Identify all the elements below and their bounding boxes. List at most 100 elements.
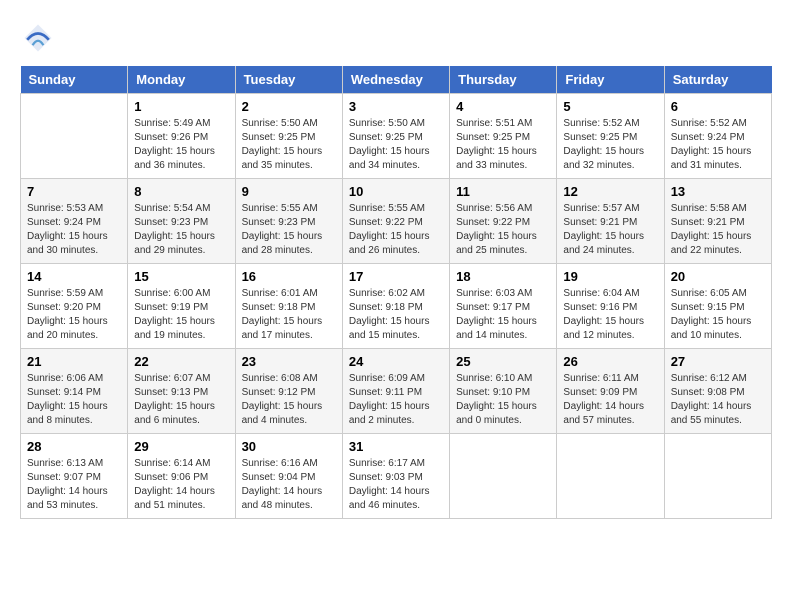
header (20, 20, 772, 56)
day-info: Sunrise: 5:53 AM Sunset: 9:24 PM Dayligh… (27, 202, 121, 258)
calendar-cell: 3 Sunrise: 5:50 AM Sunset: 9:25 PM Daylig… (342, 94, 449, 179)
calendar-cell: 25 Sunrise: 6:10 AM Sunset: 9:10 PM Dayli… (450, 349, 557, 434)
day-info: Sunrise: 5:51 AM Sunset: 9:25 PM Dayligh… (456, 117, 550, 173)
weekday-header-wednesday: Wednesday (342, 66, 449, 94)
day-number: 9 (242, 184, 336, 199)
day-info: Sunrise: 6:08 AM Sunset: 9:12 PM Dayligh… (242, 372, 336, 428)
day-info: Sunrise: 5:52 AM Sunset: 9:24 PM Dayligh… (671, 117, 765, 173)
day-number: 25 (456, 354, 550, 369)
day-info: Sunrise: 6:11 AM Sunset: 9:09 PM Dayligh… (563, 372, 657, 428)
weekday-header-sunday: Sunday (21, 66, 128, 94)
calendar-cell: 11Sunrise: 5:56 AM Sunset: 9:22 PM Dayli… (450, 179, 557, 264)
day-info: Sunrise: 6:02 AM Sunset: 9:18 PM Dayligh… (349, 287, 443, 343)
day-number: 20 (671, 269, 765, 284)
day-info: Sunrise: 6:05 AM Sunset: 9:15 PM Dayligh… (671, 287, 765, 343)
day-info: Sunrise: 6:07 AM Sunset: 9:13 PM Dayligh… (134, 372, 228, 428)
day-info: Sunrise: 6:12 AM Sunset: 9:08 PM Dayligh… (671, 372, 765, 428)
calendar-cell: 4 Sunrise: 5:51 AM Sunset: 9:25 PM Daylig… (450, 94, 557, 179)
calendar-cell: 31 Sunrise: 6:17 AM Sunset: 9:03 PM Dayli… (342, 434, 449, 519)
weekday-header-row: SundayMondayTuesdayWednesdayThursdayFrid… (21, 66, 772, 94)
day-number: 2 (242, 99, 336, 114)
logo (20, 20, 62, 56)
week-row-1: 1 Sunrise: 5:49 AM Sunset: 9:26 PM Daylig… (21, 94, 772, 179)
week-row-5: 28 Sunrise: 6:13 AM Sunset: 9:07 PM Dayli… (21, 434, 772, 519)
day-number: 26 (563, 354, 657, 369)
day-info: Sunrise: 6:04 AM Sunset: 9:16 PM Dayligh… (563, 287, 657, 343)
day-number: 21 (27, 354, 121, 369)
calendar-cell: 29 Sunrise: 6:14 AM Sunset: 9:06 PM Dayli… (128, 434, 235, 519)
day-number: 24 (349, 354, 443, 369)
calendar-cell: 15 Sunrise: 6:00 AM Sunset: 9:19 PM Dayli… (128, 264, 235, 349)
calendar-cell: 1 Sunrise: 5:49 AM Sunset: 9:26 PM Daylig… (128, 94, 235, 179)
calendar-cell: 10Sunrise: 5:55 AM Sunset: 9:22 PM Dayli… (342, 179, 449, 264)
week-row-4: 21 Sunrise: 6:06 AM Sunset: 9:14 PM Dayli… (21, 349, 772, 434)
day-info: Sunrise: 6:00 AM Sunset: 9:19 PM Dayligh… (134, 287, 228, 343)
weekday-header-friday: Friday (557, 66, 664, 94)
day-number: 19 (563, 269, 657, 284)
calendar-cell (664, 434, 771, 519)
day-info: Sunrise: 6:06 AM Sunset: 9:14 PM Dayligh… (27, 372, 121, 428)
calendar-cell: 27 Sunrise: 6:12 AM Sunset: 9:08 PM Dayli… (664, 349, 771, 434)
calendar-cell: 28 Sunrise: 6:13 AM Sunset: 9:07 PM Dayli… (21, 434, 128, 519)
day-number: 27 (671, 354, 765, 369)
calendar-cell: 22 Sunrise: 6:07 AM Sunset: 9:13 PM Dayli… (128, 349, 235, 434)
calendar-cell: 9 Sunrise: 5:55 AM Sunset: 9:23 PM Daylig… (235, 179, 342, 264)
day-number: 4 (456, 99, 550, 114)
day-number: 13 (671, 184, 765, 199)
day-number: 7 (27, 184, 121, 199)
weekday-header-thursday: Thursday (450, 66, 557, 94)
calendar-cell: 7 Sunrise: 5:53 AM Sunset: 9:24 PM Daylig… (21, 179, 128, 264)
day-number: 3 (349, 99, 443, 114)
weekday-header-saturday: Saturday (664, 66, 771, 94)
calendar-cell (450, 434, 557, 519)
day-info: Sunrise: 6:10 AM Sunset: 9:10 PM Dayligh… (456, 372, 550, 428)
calendar-cell: 18Sunrise: 6:03 AM Sunset: 9:17 PM Dayli… (450, 264, 557, 349)
day-number: 23 (242, 354, 336, 369)
day-info: Sunrise: 6:01 AM Sunset: 9:18 PM Dayligh… (242, 287, 336, 343)
weekday-header-tuesday: Tuesday (235, 66, 342, 94)
day-info: Sunrise: 5:54 AM Sunset: 9:23 PM Dayligh… (134, 202, 228, 258)
day-info: Sunrise: 6:14 AM Sunset: 9:06 PM Dayligh… (134, 457, 228, 513)
weekday-header-monday: Monday (128, 66, 235, 94)
calendar-cell: 16 Sunrise: 6:01 AM Sunset: 9:18 PM Dayli… (235, 264, 342, 349)
calendar-cell (557, 434, 664, 519)
day-info: Sunrise: 6:03 AM Sunset: 9:17 PM Dayligh… (456, 287, 550, 343)
day-number: 8 (134, 184, 228, 199)
day-number: 12 (563, 184, 657, 199)
day-number: 28 (27, 439, 121, 454)
day-number: 31 (349, 439, 443, 454)
calendar-cell: 30 Sunrise: 6:16 AM Sunset: 9:04 PM Dayli… (235, 434, 342, 519)
day-info: Sunrise: 5:52 AM Sunset: 9:25 PM Dayligh… (563, 117, 657, 173)
calendar-cell: 24 Sunrise: 6:09 AM Sunset: 9:11 PM Dayli… (342, 349, 449, 434)
week-row-2: 7 Sunrise: 5:53 AM Sunset: 9:24 PM Daylig… (21, 179, 772, 264)
calendar-cell: 20 Sunrise: 6:05 AM Sunset: 9:15 PM Dayli… (664, 264, 771, 349)
day-number: 17 (349, 269, 443, 284)
day-info: Sunrise: 6:16 AM Sunset: 9:04 PM Dayligh… (242, 457, 336, 513)
day-info: Sunrise: 6:09 AM Sunset: 9:11 PM Dayligh… (349, 372, 443, 428)
day-number: 16 (242, 269, 336, 284)
calendar-cell: 8 Sunrise: 5:54 AM Sunset: 9:23 PM Daylig… (128, 179, 235, 264)
day-info: Sunrise: 5:49 AM Sunset: 9:26 PM Dayligh… (134, 117, 228, 173)
day-info: Sunrise: 5:58 AM Sunset: 9:21 PM Dayligh… (671, 202, 765, 258)
calendar-cell (21, 94, 128, 179)
calendar-cell: 2Sunrise: 5:50 AM Sunset: 9:25 PM Daylig… (235, 94, 342, 179)
calendar-cell: 13 Sunrise: 5:58 AM Sunset: 9:21 PM Dayli… (664, 179, 771, 264)
day-number: 1 (134, 99, 228, 114)
day-number: 15 (134, 269, 228, 284)
day-info: Sunrise: 6:17 AM Sunset: 9:03 PM Dayligh… (349, 457, 443, 513)
day-number: 5 (563, 99, 657, 114)
calendar-cell: 19 Sunrise: 6:04 AM Sunset: 9:16 PM Dayli… (557, 264, 664, 349)
day-info: Sunrise: 5:56 AM Sunset: 9:22 PM Dayligh… (456, 202, 550, 258)
day-info: Sunrise: 5:59 AM Sunset: 9:20 PM Dayligh… (27, 287, 121, 343)
logo-icon (20, 20, 56, 56)
day-number: 10 (349, 184, 443, 199)
day-number: 22 (134, 354, 228, 369)
day-info: Sunrise: 6:13 AM Sunset: 9:07 PM Dayligh… (27, 457, 121, 513)
calendar-cell: 12 Sunrise: 5:57 AM Sunset: 9:21 PM Dayli… (557, 179, 664, 264)
day-number: 29 (134, 439, 228, 454)
day-number: 30 (242, 439, 336, 454)
day-info: Sunrise: 5:57 AM Sunset: 9:21 PM Dayligh… (563, 202, 657, 258)
calendar-cell: 5 Sunrise: 5:52 AM Sunset: 9:25 PM Daylig… (557, 94, 664, 179)
day-info: Sunrise: 5:55 AM Sunset: 9:23 PM Dayligh… (242, 202, 336, 258)
day-info: Sunrise: 5:50 AM Sunset: 9:25 PM Dayligh… (349, 117, 443, 173)
